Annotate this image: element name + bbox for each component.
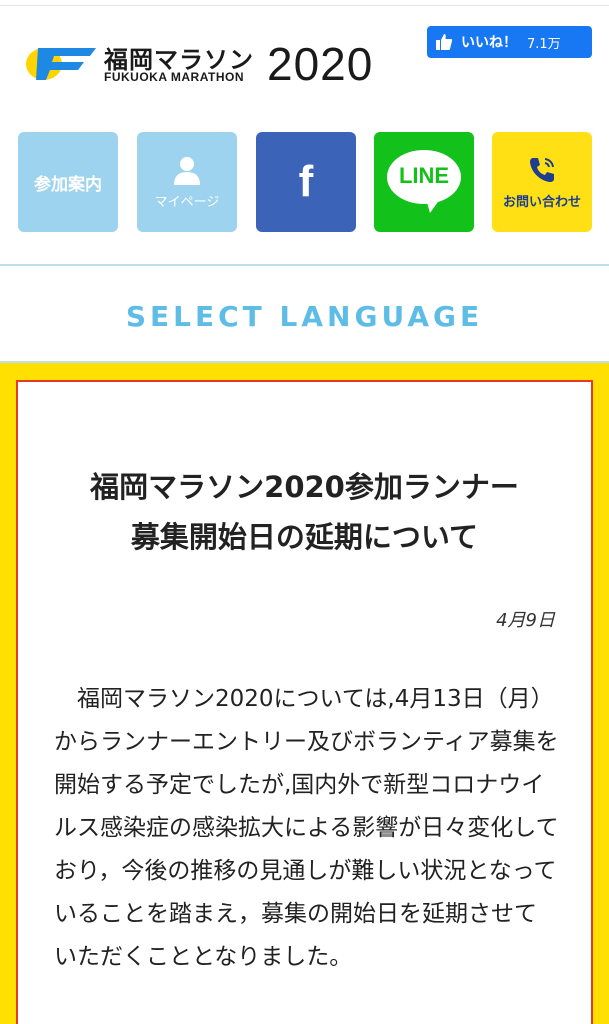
like-count: 7.1万 — [527, 36, 561, 52]
nav-contact-button[interactable]: お問い合わせ — [492, 132, 592, 232]
notice-date: 4月9日 — [496, 610, 555, 631]
thumbs-up-icon — [427, 26, 461, 58]
user-icon — [174, 156, 200, 185]
line-label: LINE — [398, 163, 450, 188]
nav-guide-button[interactable]: 参加案内 — [18, 132, 118, 232]
nav-line-button[interactable]: LINE — [374, 132, 474, 232]
notice-title-line1: 福岡マラソン2020参加ランナー — [90, 470, 519, 504]
nav-contact-label: お問い合わせ — [502, 194, 581, 210]
notice-title: 福岡マラソン2020参加ランナー 募集開始日の延期について — [18, 462, 591, 562]
like-label: いいね！ — [461, 35, 517, 51]
nav-guide-label: 参加案内 — [34, 174, 102, 195]
nav-mypage-label: マイページ — [154, 194, 220, 210]
notice-panel: 福岡マラソン2020参加ランナー 募集開始日の延期について 4月9日 福岡マラソ… — [16, 380, 593, 1024]
facebook-like-button[interactable]: いいね！ 7.1万 — [427, 26, 592, 58]
fukuoka-marathon-logo[interactable]: 福岡マラソン FUKUOKA MARATHON 2020 — [24, 38, 414, 90]
notice-body: 福岡マラソン2020については,4月13日（月）からランナーエントリー及びボラン… — [54, 678, 559, 979]
quick-nav: 参加案内 マイページ f LINE お問い合わせ — [0, 132, 609, 232]
notice-body-text: 福岡マラソン2020については,4月13日（月）からランナーエントリー及びボラン… — [54, 686, 559, 970]
logo-year: 2020 — [267, 38, 374, 90]
divider — [0, 264, 609, 266]
phone-icon — [530, 157, 554, 182]
facebook-icon: f — [298, 157, 314, 206]
logo-mark-icon — [26, 48, 96, 80]
nav-mypage-button[interactable]: マイページ — [137, 132, 237, 232]
logo-english-text: FUKUOKA MARATHON — [104, 70, 244, 84]
line-icon: LINE — [386, 149, 462, 215]
site-header: 福岡マラソン FUKUOKA MARATHON 2020 いいね！ 7.1万 — [0, 6, 609, 116]
notice-title-line2: 募集開始日の延期について — [130, 520, 479, 554]
select-language-link[interactable]: SELECT LANGUAGE — [0, 300, 609, 333]
nav-facebook-button[interactable]: f — [256, 132, 356, 232]
